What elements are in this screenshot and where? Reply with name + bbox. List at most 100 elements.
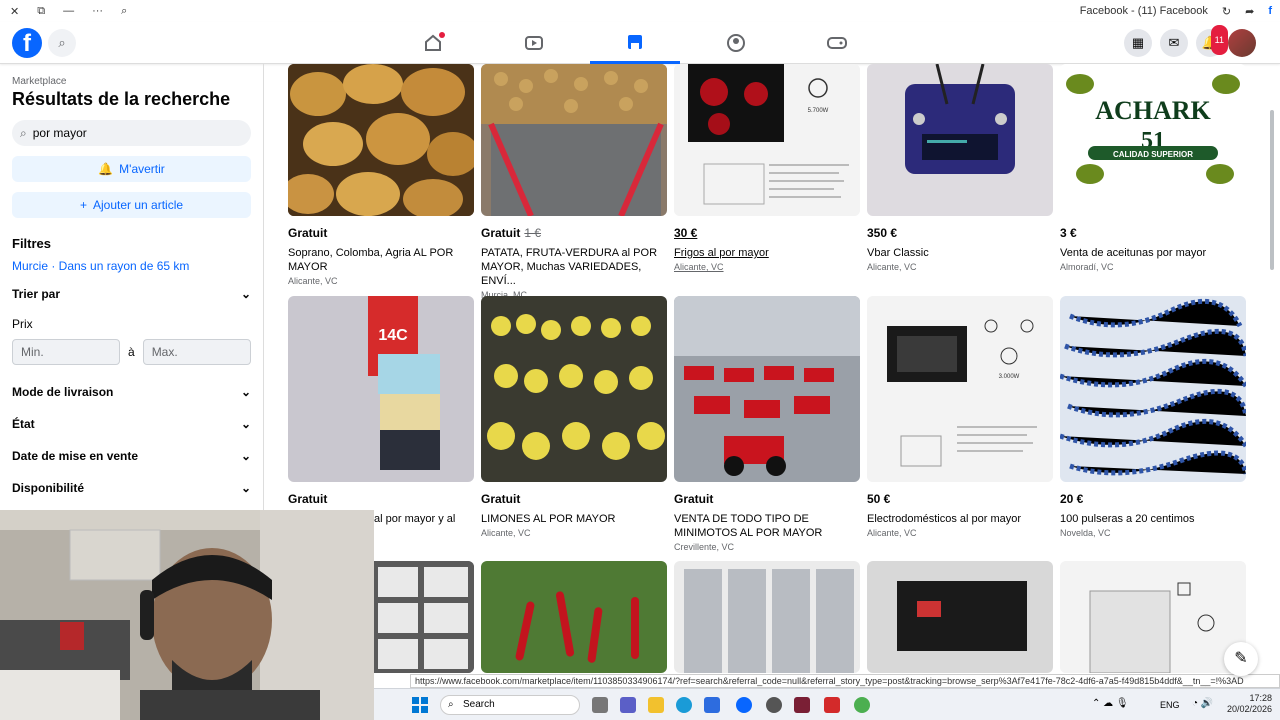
listing-card[interactable] — [1060, 561, 1246, 673]
listing-image-hood[interactable] — [867, 561, 1053, 673]
location-filter[interactable]: Murcie · Dans un rayon de 65 km — [12, 259, 251, 273]
listing-location: Novelda, VC — [1060, 528, 1111, 538]
minimize-icon[interactable]: — — [63, 5, 74, 18]
marketplace-icon — [628, 34, 642, 49]
store-icon[interactable] — [704, 697, 720, 713]
listing-card[interactable] — [867, 561, 1053, 673]
price-label: Prix — [12, 317, 33, 331]
taskbar-search-label: Search — [463, 699, 495, 710]
language-indicator[interactable]: ENG — [1160, 700, 1180, 710]
listing-image-minimotos[interactable] — [674, 296, 860, 482]
listing-title: Frigos al por mayor — [674, 247, 769, 259]
min-price-field[interactable]: Min. — [12, 339, 120, 365]
hob-picture: 5.700W — [674, 64, 860, 216]
edge-icon[interactable] — [676, 697, 692, 713]
listing-card[interactable] — [481, 561, 667, 673]
page-scrollbar[interactable] — [1270, 110, 1274, 270]
listing-card[interactable]: 350 € Vbar Classic Alicante, VC — [867, 64, 1053, 272]
add-listing-button[interactable]: + Ajouter un article — [12, 192, 251, 218]
app-icon[interactable] — [794, 697, 810, 713]
webcam-video-picture — [0, 510, 374, 720]
max-price-field[interactable]: Max. — [142, 339, 251, 365]
listing-image-potatoes[interactable] — [288, 64, 474, 216]
facebook-logo-icon[interactable]: f — [12, 28, 42, 58]
listing-image-hob[interactable]: 5.700W — [674, 64, 860, 216]
app-icon[interactable] — [824, 697, 840, 713]
listing-card[interactable] — [674, 561, 860, 673]
gaming-tab[interactable] — [792, 22, 882, 64]
account-avatar[interactable] — [1228, 29, 1256, 57]
teams-icon[interactable] — [620, 697, 636, 713]
network-sound-icons[interactable]: ◔ 🔊 — [1192, 698, 1213, 709]
reload-icon[interactable]: ↻ — [1222, 5, 1231, 18]
windows-start-icon[interactable] — [412, 697, 428, 713]
chevron-down-icon: ⌄ — [240, 449, 251, 463]
sort-dropdown[interactable]: Trier par ⌄ — [12, 287, 251, 301]
listing-price: Gratuit — [288, 492, 328, 506]
clock[interactable]: 17:28 20/02/2026 — [1227, 693, 1272, 715]
price-separator: à — [128, 345, 135, 359]
listing-price: Gratuit — [674, 492, 714, 506]
file-explorer-icon[interactable] — [648, 697, 664, 713]
listing-location: Almoradí, VC — [1060, 262, 1114, 272]
taskbar-search[interactable]: ⌕ Search — [440, 695, 580, 715]
listing-card[interactable]: 14C Gratuit al por mayor y al — [288, 296, 474, 526]
messenger-icon[interactable]: ✉ — [1160, 29, 1188, 57]
breadcrumb[interactable]: Marketplace — [12, 76, 251, 87]
listing-image-potato-cart[interactable] — [481, 64, 667, 216]
listing-image-oven[interactable]: 3.000W — [867, 296, 1053, 482]
listing-image-phones[interactable]: 14C — [288, 296, 474, 482]
listing-image-remote[interactable] — [867, 64, 1053, 216]
listing-card[interactable]: Gratuit 1 € PATATA, FRUTA-VERDURA al POR … — [481, 64, 667, 300]
home-tab[interactable] — [388, 22, 478, 64]
page-title: Résultats de la recherche — [12, 89, 231, 109]
listing-card[interactable]: Gratuit VENTA DE TODO TIPO DE MINIMOTOS … — [674, 296, 860, 552]
app-icon[interactable] — [766, 697, 782, 713]
oven-picture: 3.000W — [867, 296, 1053, 482]
listing-image-peppers[interactable] — [481, 561, 667, 673]
listing-price: Gratuit — [481, 226, 521, 240]
task-view-icon[interactable] — [592, 697, 608, 713]
alert-button[interactable]: 🔔 M'avertir — [12, 156, 251, 182]
listing-image-dishwasher[interactable] — [1060, 561, 1246, 673]
compose-edit-icon[interactable]: ✎ — [1224, 642, 1258, 676]
delivery-dropdown[interactable]: Mode de livraison ⌄ — [12, 385, 251, 399]
search-icon[interactable]: ⌕ — [48, 29, 76, 57]
dishwasher-picture — [1060, 561, 1246, 673]
listing-card[interactable]: Gratuit Soprano, Colomba, Agria AL POR M… — [288, 64, 474, 286]
olive-tagline-text: CALIDAD SUPERIOR — [1113, 150, 1193, 159]
search-icon[interactable]: ⌕ — [121, 5, 127, 18]
groups-tab[interactable] — [691, 22, 781, 64]
search-input[interactable]: ⌕ por mayor — [12, 120, 251, 146]
olive-brand-text: ACHARK — [1095, 96, 1211, 125]
listing-image-bracelets[interactable] — [1060, 296, 1246, 482]
date-dropdown[interactable]: Date de mise en vente ⌄ — [12, 449, 251, 463]
listing-location: Alicante, VC — [867, 262, 917, 272]
availability-dropdown[interactable]: Disponibilité ⌄ — [12, 481, 251, 495]
chrome-icon[interactable] — [854, 697, 870, 713]
price-heading: Prix — [12, 317, 251, 331]
condition-dropdown[interactable]: État ⌄ — [12, 417, 251, 431]
tray-icons[interactable]: ⌃ ☁ 🎙 — [1092, 698, 1129, 709]
facebook-taskbar-icon[interactable] — [736, 697, 752, 713]
listing-card[interactable]: ACHARK 51 CALIDAD SUPERIOR 3 € Venta de … — [1060, 64, 1246, 272]
listing-card[interactable]: 5.700W 30 € Frigos al por mayor Alicante… — [674, 64, 860, 272]
price-range: Min. à Max. — [12, 339, 251, 365]
notifications-bell-icon[interactable]: 🔔11 — [1196, 25, 1228, 57]
marketplace-tab[interactable] — [590, 22, 680, 64]
listing-image-fridges[interactable] — [674, 561, 860, 673]
listing-image-olives[interactable]: ACHARK 51 CALIDAD SUPERIOR — [1060, 64, 1246, 216]
video-tab[interactable] — [489, 22, 579, 64]
listing-card[interactable]: 20 € 100 pulseras a 20 centimos Novelda,… — [1060, 296, 1246, 538]
listing-image-lemons[interactable] — [481, 296, 667, 482]
restore-icon[interactable]: ⧉ — [37, 5, 45, 18]
profile-circle-icon — [727, 34, 745, 52]
menu-grid-icon[interactable]: ▦ — [1124, 29, 1152, 57]
more-icon[interactable]: ··· — [92, 5, 103, 18]
clock-time: 17:28 — [1249, 693, 1272, 703]
close-icon[interactable]: ✕ — [10, 5, 19, 18]
listing-title: Vbar Classic — [867, 247, 929, 259]
share-icon[interactable]: ➦ — [1245, 5, 1254, 18]
listing-card[interactable]: 3.000W 50 € Electrodomésticos al por may… — [867, 296, 1053, 538]
listing-card[interactable]: Gratuit LIMONES AL POR MAYOR Alicante, V… — [481, 296, 667, 538]
